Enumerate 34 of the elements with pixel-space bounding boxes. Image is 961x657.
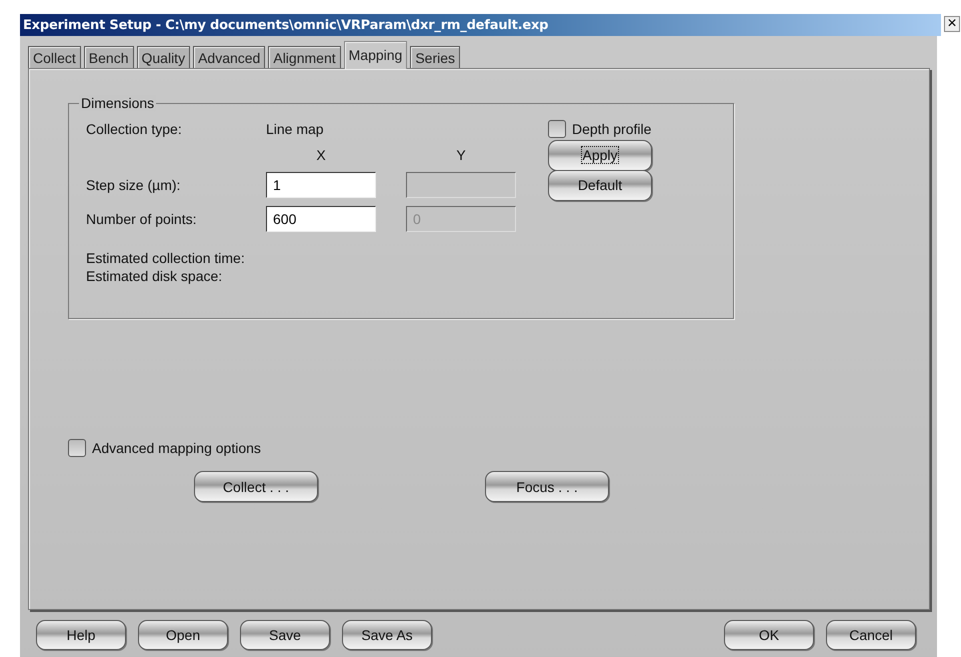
info-label: Estimated collection time: [86, 250, 246, 266]
field-value: Line map [266, 121, 325, 137]
footer-button[interactable]: OK [724, 620, 814, 650]
default-button[interactable]: Default [548, 170, 652, 200]
field-label: Collection type: [86, 121, 183, 137]
tab[interactable]: Mapping [344, 41, 408, 69]
window-title: Experiment Setup - C:\my documents\omnic\VRParam\dxr_rm_default.exp [22, 18, 548, 32]
field-label: Step size (µm): [86, 177, 182, 193]
checkbox[interactable] [548, 120, 566, 138]
close-button[interactable]: × [944, 16, 960, 32]
action-button[interactable]: Focus . . . [485, 471, 609, 502]
tab[interactable]: Bench [84, 46, 134, 68]
checkbox[interactable] [68, 439, 86, 457]
apply-button[interactable]: Apply [548, 140, 652, 170]
column-header: X [315, 147, 327, 163]
footer-button[interactable]: Open [138, 620, 228, 650]
tab[interactable]: Series [410, 46, 460, 68]
column-header: Y [455, 147, 467, 163]
action-button[interactable]: Collect . . . [194, 471, 318, 502]
checkbox-label: Advanced mapping options [92, 440, 261, 456]
tab[interactable]: Collect [28, 46, 81, 68]
tab[interactable]: Alignment [268, 46, 341, 68]
field-label: Number of points: [86, 211, 198, 227]
group-title: Dimensions [79, 95, 156, 111]
footer-button[interactable]: Cancel [826, 620, 916, 650]
footer-button[interactable]: Save As [342, 620, 432, 650]
checkbox-label: Depth profile [572, 121, 652, 137]
footer-button[interactable]: Help [36, 620, 126, 650]
input-field[interactable]: 600 [266, 206, 376, 232]
tab[interactable]: Quality [136, 46, 190, 68]
input-field[interactable]: 1 [266, 172, 376, 198]
footer-button[interactable]: Save [240, 620, 330, 650]
info-label: Estimated disk space: [86, 268, 224, 284]
tab[interactable]: Advanced [193, 46, 266, 68]
